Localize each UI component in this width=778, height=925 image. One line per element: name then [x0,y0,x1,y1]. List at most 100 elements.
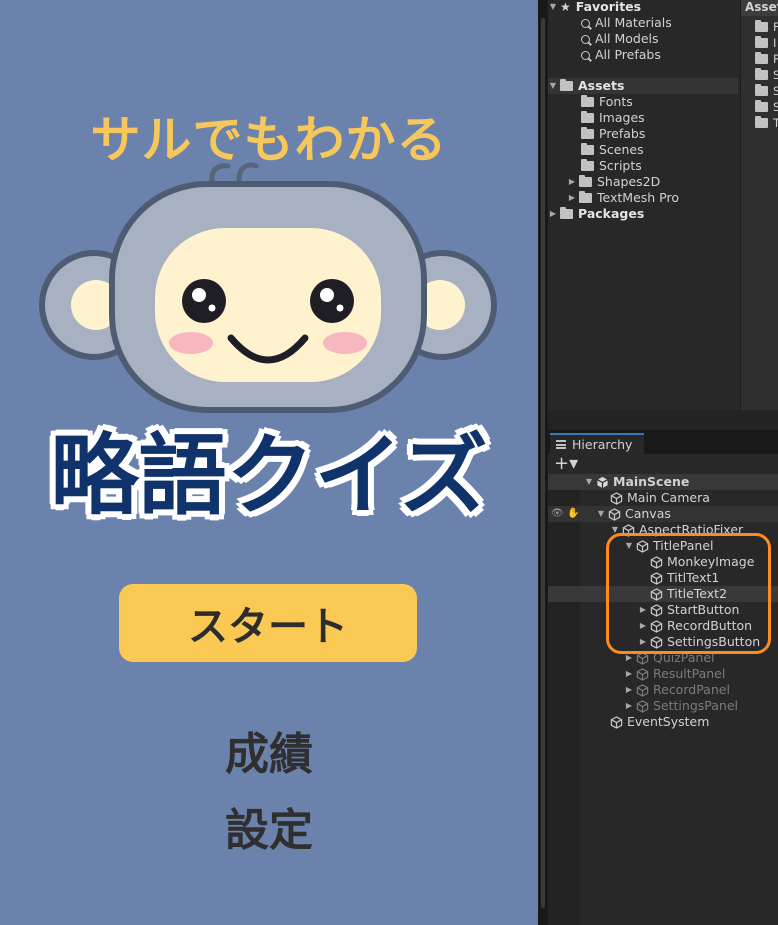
folder-item[interactable]: Scripts [581,158,642,174]
folder-icon [560,207,573,219]
row-label: MonkeyImage [667,554,755,569]
collapse-arrow-icon[interactable]: ▼ [584,474,594,490]
hierarchy-row-inactive[interactable]: ▶ RecordPanel [548,682,778,698]
gameobject-icon [636,539,649,553]
folder-item[interactable]: Fonts [581,94,633,110]
asset-item[interactable]: S [755,84,778,98]
hierarchy-row-inactive[interactable]: ▶ QuizPanel [548,650,778,666]
favorites-section[interactable]: ▼ ★ Favorites [548,0,738,15]
hierarchy-tabbar: Hierarchy [548,430,778,454]
scene-row[interactable]: ▼ MainScene [548,474,778,490]
folder-item[interactable]: Images [581,110,645,126]
row-label: MainScene [613,474,690,489]
settings-button[interactable]: 設定 [0,794,538,858]
favorites-item[interactable]: All Models [581,31,659,47]
hierarchy-row[interactable]: ▶ SettingsButton [548,634,778,650]
collapse-arrow-icon[interactable]: ▼ [596,506,606,522]
row-label: Canvas [625,506,671,521]
gameobject-icon [636,699,649,713]
asset-item[interactable]: F [755,20,778,34]
pick-hand-icon[interactable]: ✋ [567,506,579,522]
hierarchy-row[interactable]: TitlText1 [548,570,778,586]
asset-item[interactable]: T [755,116,778,130]
expand-arrow-icon[interactable]: ▶ [548,206,558,222]
hierarchy-row[interactable]: 👁 ✋ ▼ Canvas [548,506,778,522]
collapse-arrow-icon[interactable]: ▼ [624,538,634,554]
asset-item-label: S [773,84,778,98]
gameobject-icon [650,603,663,617]
folder-label: Images [599,110,645,125]
asset-breadcrumb[interactable]: Assets [741,0,778,16]
eye-icon[interactable]: 👁 [551,506,564,522]
expand-arrow-icon[interactable]: ▶ [624,698,634,714]
start-button[interactable]: スタート [119,584,417,662]
asset-item[interactable]: I [755,36,776,50]
hierarchy-panel: Hierarchy +▾ ▼ MainScene Main Camera 👁 ✋ [548,430,778,925]
folder-label: Scenes [599,142,644,157]
folder-item[interactable]: Prefabs [581,126,645,142]
hierarchy-row[interactable]: ▼ AspectRatioFixer [548,522,778,538]
tab-hierarchy[interactable]: Hierarchy [550,433,644,454]
hierarchy-row-selected[interactable]: TitleText2 [548,586,778,602]
gameobject-icon [650,571,663,585]
folder-item[interactable]: ▶ TextMesh Pro [567,190,679,206]
assets-section[interactable]: ▼ Assets [548,78,738,94]
tab-hierarchy-label: Hierarchy [572,437,633,452]
gameobject-icon [622,523,635,537]
expand-arrow-icon[interactable]: ▶ [567,190,577,206]
favorites-item[interactable]: All Materials [581,15,672,31]
collapse-arrow-icon[interactable]: ▼ [548,78,558,94]
favorites-item[interactable]: All Prefabs [581,47,661,63]
collapse-arrow-icon[interactable]: ▼ [548,0,558,15]
asset-item-label: S [773,100,778,114]
star-icon: ★ [560,0,571,14]
gameobject-icon [636,651,649,665]
hierarchy-row[interactable]: MonkeyImage [548,554,778,570]
hierarchy-toolbar: +▾ [548,454,778,475]
expand-arrow-icon[interactable]: ▶ [638,634,648,650]
add-dropdown-button[interactable]: +▾ [554,454,578,474]
row-label: SettingsButton [667,634,761,649]
folder-icon [581,159,594,171]
row-label: TitlePanel [653,538,714,553]
expand-arrow-icon[interactable]: ▶ [638,618,648,634]
expand-arrow-icon[interactable]: ▶ [567,174,577,190]
expand-arrow-icon[interactable]: ▶ [638,602,648,618]
folder-label: Prefabs [599,126,646,141]
row-label: AspectRatioFixer [639,522,744,537]
vertical-scrollbar[interactable] [541,18,545,908]
gameobject-icon [608,507,621,521]
row-label: StartButton [667,602,740,617]
hierarchy-row[interactable]: ▶ RecordButton [548,618,778,634]
hierarchy-row-inactive[interactable]: ▶ SettingsPanel [548,698,778,714]
collapse-arrow-icon[interactable]: ▼ [610,522,620,538]
folder-icon [755,116,768,128]
asset-item[interactable]: S [755,68,778,82]
hierarchy-row[interactable]: ▼ TitlePanel [548,538,778,554]
folder-icon [581,127,594,139]
asset-item[interactable]: S [755,100,778,114]
asset-item-label: I [773,36,777,50]
expand-arrow-icon[interactable]: ▶ [624,682,634,698]
hierarchy-row[interactable]: ▶ StartButton [548,602,778,618]
folder-icon [755,84,768,96]
asset-item[interactable]: P [755,52,778,66]
packages-label: Packages [578,206,645,221]
folder-item[interactable]: Scenes [581,142,644,158]
hierarchy-row-inactive[interactable]: ▶ ResultPanel [548,666,778,682]
gameobject-icon [650,635,663,649]
folder-item[interactable]: ▶ Shapes2D [567,174,660,190]
row-label: Main Camera [627,490,710,505]
search-icon [581,34,590,44]
expand-arrow-icon[interactable]: ▶ [624,666,634,682]
hierarchy-row[interactable]: EventSystem [548,714,778,730]
row-label: SettingsPanel [653,698,738,713]
packages-section[interactable]: ▶ Packages [548,206,738,222]
row-label: TitlText1 [667,570,720,585]
folder-icon [581,111,594,123]
hierarchy-list: ▼ MainScene Main Camera 👁 ✋ ▼ Canvas ▼ A… [548,474,778,925]
hierarchy-row[interactable]: Main Camera [548,490,778,506]
expand-arrow-icon[interactable]: ▶ [624,650,634,666]
record-button[interactable]: 成績 [0,718,538,782]
panel-divider[interactable] [538,0,548,925]
